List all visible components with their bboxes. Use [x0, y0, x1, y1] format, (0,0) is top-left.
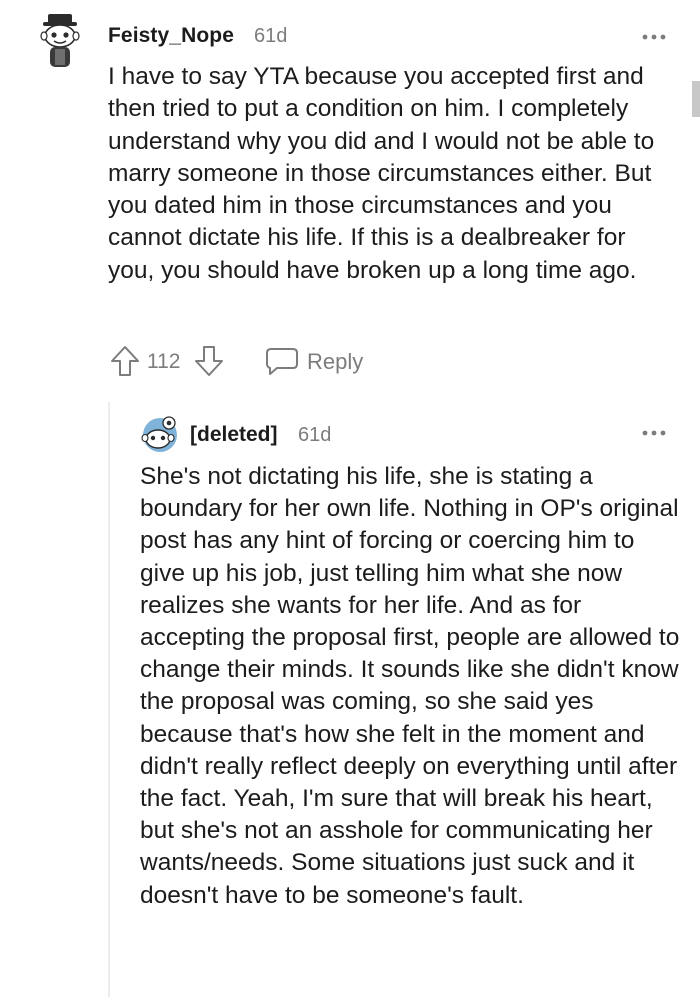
more-options-icon[interactable] [641, 32, 669, 42]
avatar[interactable] [139, 414, 181, 454]
scrollbar-thumb[interactable] [692, 81, 700, 117]
more-options-icon[interactable] [641, 428, 669, 438]
deleted-user-avatar-icon [141, 416, 177, 452]
comment-body: I have to say YTA because you accepted f… [108, 63, 655, 284]
snoo-avatar-icon [40, 14, 80, 67]
comment-age: 61d [254, 25, 288, 47]
reply-button[interactable]: Reply [307, 349, 363, 375]
upvote-icon[interactable] [110, 345, 140, 377]
thread-line[interactable] [108, 402, 110, 997]
username[interactable]: [deleted] [190, 423, 278, 447]
username[interactable]: Feisty_Nope [108, 24, 234, 48]
downvote-icon[interactable] [194, 345, 224, 377]
reply-icon[interactable] [265, 346, 299, 376]
vote-score: 112 [147, 350, 181, 373]
reply-body: She's not dictating his life, she is sta… [140, 463, 680, 909]
avatar[interactable] [34, 10, 90, 70]
comment-age: 61d [298, 424, 332, 446]
